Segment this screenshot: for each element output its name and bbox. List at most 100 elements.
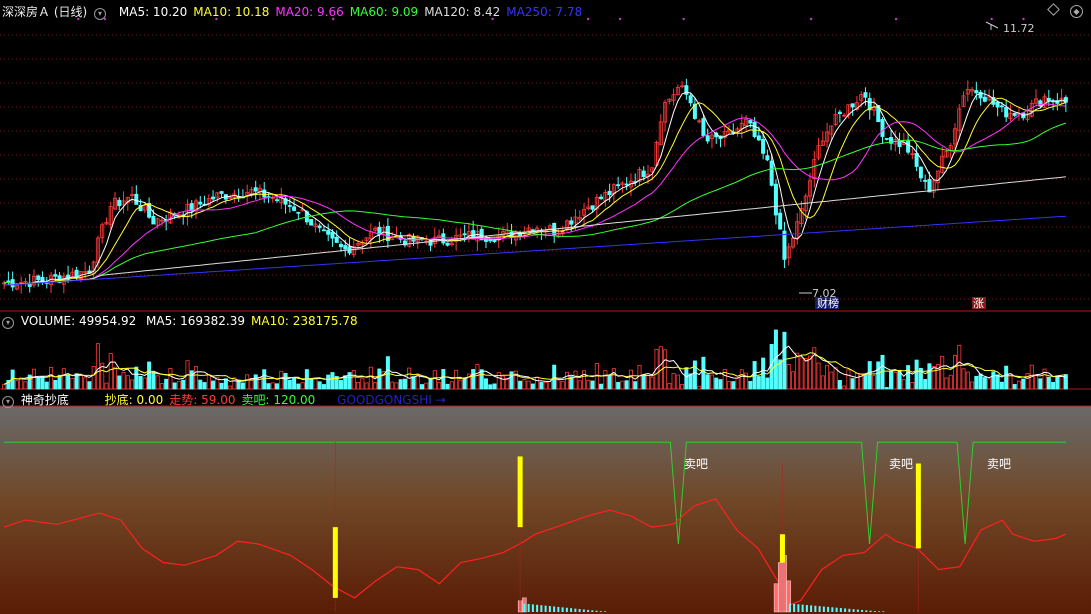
candle-body[interactable] (275, 199, 280, 202)
volume-bar[interactable] (910, 382, 915, 390)
indicator-title[interactable]: 神奇抄底 (21, 393, 69, 407)
volume-bar[interactable] (83, 377, 88, 390)
candle-body[interactable] (1012, 112, 1017, 116)
volume-bar[interactable] (437, 382, 442, 390)
volume-bar[interactable] (953, 354, 958, 390)
diamond-icon[interactable] (1047, 3, 1061, 16)
volume-bar[interactable] (586, 379, 591, 390)
volume-bar[interactable] (556, 379, 561, 390)
volume-bar[interactable] (266, 383, 271, 390)
volume-bar[interactable] (1046, 376, 1051, 390)
volume-bar[interactable] (876, 361, 881, 390)
price-collapse-icon[interactable]: ▾ (94, 8, 107, 20)
volume-bar[interactable] (1021, 378, 1026, 390)
settings-icon[interactable]: ◆ (1070, 5, 1083, 18)
candle-body[interactable] (296, 211, 301, 214)
volume-collapse-icon[interactable]: ▾ (2, 317, 14, 329)
volume-bar[interactable] (671, 373, 676, 390)
volume-bar[interactable] (624, 380, 629, 390)
candle-body[interactable] (748, 120, 753, 124)
volume-bar[interactable] (479, 369, 484, 390)
candle-body[interactable] (782, 230, 787, 260)
volume-bar[interactable] (893, 372, 898, 390)
volume-bar[interactable] (172, 382, 177, 390)
candle-body[interactable] (752, 121, 757, 137)
volume-bar[interactable] (202, 382, 207, 390)
candle-body[interactable] (198, 201, 203, 205)
volume-bar[interactable] (684, 367, 689, 390)
volume-bar[interactable] (530, 383, 535, 390)
candle-body[interactable] (641, 170, 646, 178)
volume-bar[interactable] (641, 374, 646, 390)
volume-bar[interactable] (91, 365, 96, 390)
candle-body[interactable] (765, 155, 770, 161)
volume-bar[interactable] (560, 381, 565, 390)
volume-bar[interactable] (799, 357, 804, 390)
volume-bar[interactable] (36, 377, 41, 390)
volume-bar[interactable] (790, 371, 795, 390)
volume-bar[interactable] (147, 361, 152, 390)
volume-bar[interactable] (189, 370, 194, 390)
volume-bar[interactable] (2, 383, 7, 390)
volume-bar[interactable] (663, 349, 668, 390)
volume-bar[interactable] (675, 374, 680, 390)
volume-bar[interactable] (816, 362, 821, 390)
candle-body[interactable] (287, 205, 292, 207)
volume-bar[interactable] (650, 376, 655, 390)
candle-body[interactable] (995, 101, 1000, 108)
volume-bar[interactable] (411, 376, 416, 390)
volume-bar[interactable] (633, 381, 638, 390)
volume-bar[interactable] (441, 369, 446, 390)
volume-bar[interactable] (731, 381, 736, 390)
volume-bar[interactable] (104, 382, 109, 390)
volume-bar[interactable] (765, 377, 770, 390)
volume-bar[interactable] (957, 344, 962, 390)
volume-bar[interactable] (219, 382, 224, 390)
volume-bar[interactable] (449, 381, 454, 390)
candle-body[interactable] (705, 135, 710, 142)
volume-bar[interactable] (889, 370, 894, 390)
volume-bar[interactable] (735, 377, 740, 390)
volume-bar[interactable] (377, 368, 382, 390)
volume-bar[interactable] (292, 377, 297, 390)
volume-bar[interactable] (667, 382, 672, 390)
volume-bar[interactable] (769, 344, 774, 390)
volume-bar[interactable] (360, 378, 365, 390)
candle-body[interactable] (701, 118, 706, 137)
bottom-signal-bar[interactable] (517, 456, 523, 528)
volume-bar[interactable] (987, 378, 992, 390)
candle-body[interactable] (761, 138, 766, 154)
volume-bar[interactable] (57, 374, 62, 390)
volume-bar[interactable] (483, 378, 488, 390)
volume-bar[interactable] (505, 378, 510, 390)
volume-bar[interactable] (999, 381, 1004, 390)
volume-bar[interactable] (471, 369, 476, 390)
volume-bar[interactable] (458, 379, 463, 390)
volume-bar[interactable] (159, 383, 164, 390)
volume-bar[interactable] (78, 374, 83, 390)
candle-body[interactable] (918, 166, 923, 179)
volume-bar[interactable] (488, 384, 493, 390)
volume-bar[interactable] (19, 377, 24, 390)
volume-bar[interactable] (867, 361, 872, 390)
volume-bar[interactable] (590, 380, 595, 390)
volume-bar[interactable] (181, 379, 186, 390)
volume-bar[interactable] (995, 374, 1000, 390)
candle-body[interactable] (488, 238, 493, 242)
volume-bar[interactable] (23, 381, 28, 390)
volume-bar[interactable] (688, 373, 693, 390)
volume-bar[interactable] (564, 371, 569, 390)
period-label[interactable]: (日线) (54, 5, 87, 19)
volume-bar[interactable] (701, 356, 706, 390)
volume-bar[interactable] (974, 375, 979, 390)
volume-bar[interactable] (906, 365, 911, 390)
volume-bar[interactable] (475, 364, 480, 390)
volume-bar[interactable] (338, 379, 343, 390)
candle-body[interactable] (914, 153, 919, 167)
candle-body[interactable] (616, 184, 621, 187)
candle-body[interactable] (850, 103, 855, 108)
candle-body[interactable] (1004, 107, 1009, 118)
candle-body[interactable] (317, 225, 322, 229)
volume-bar[interactable] (351, 370, 356, 390)
volume-bar[interactable] (415, 374, 420, 390)
